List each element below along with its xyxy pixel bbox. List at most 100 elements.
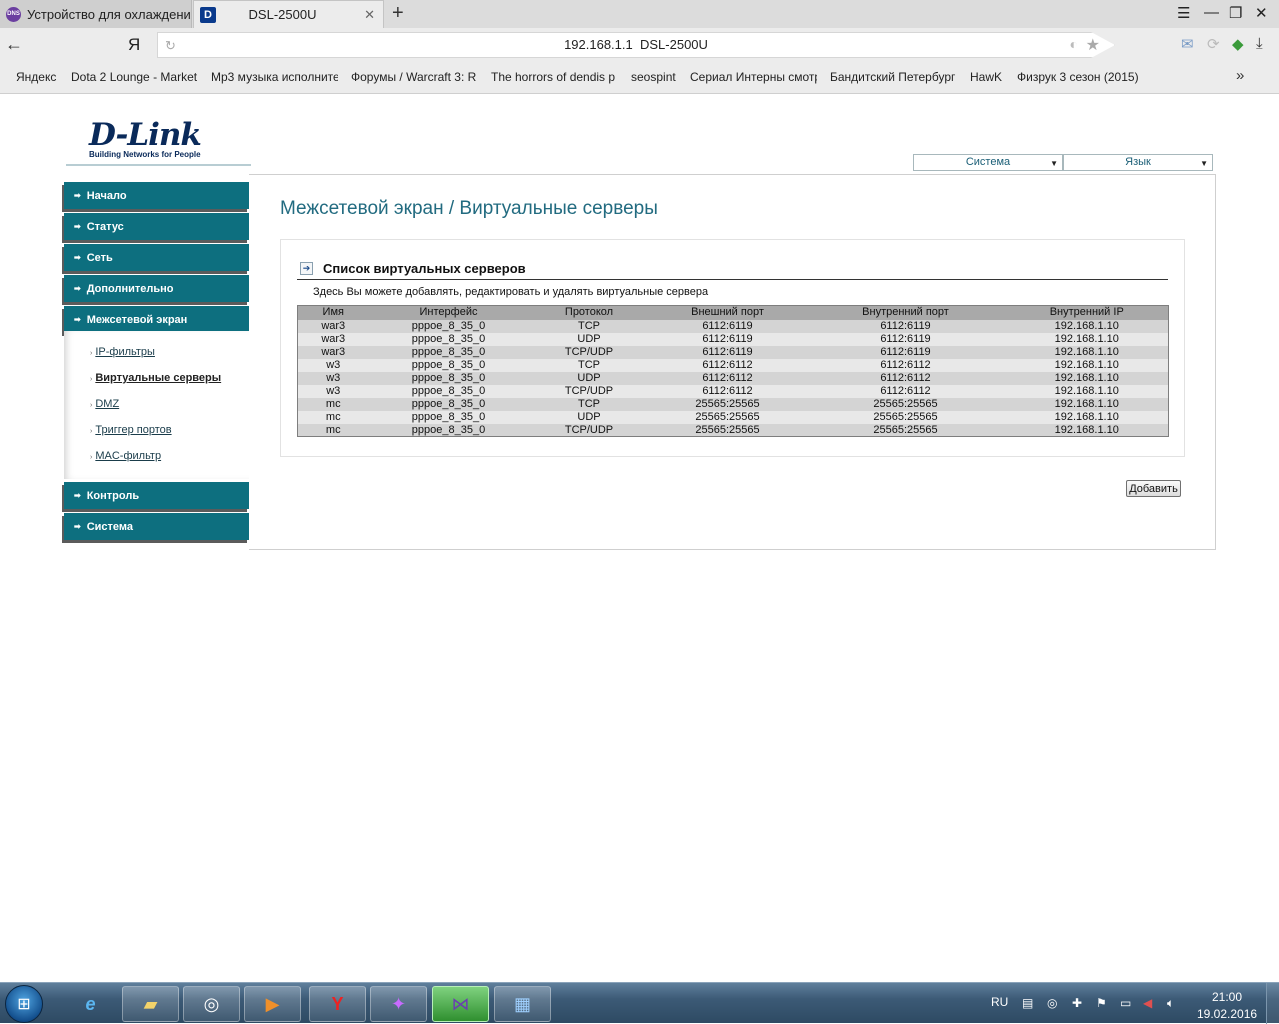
cell-external-port: 25565:25565 <box>649 397 806 411</box>
back-arrow-icon[interactable]: ← <box>5 34 23 55</box>
downloads-icon[interactable]: ⤓ <box>1256 35 1263 52</box>
bookmark-item[interactable]: Dota 2 Lounge - Market <box>71 70 198 84</box>
table-row[interactable]: w3 pppoe_8_35_0 TCP/UDP 6112:6112 6112:6112 1… <box>297 384 1169 398</box>
cell-internal-ip: 192.168.1.10 <box>1005 332 1169 346</box>
cell-interface: pppoe_8_35_0 <box>368 345 529 359</box>
cell-protocol: TCP <box>528 319 650 333</box>
bullet-icon: › <box>90 428 93 435</box>
taskbar-explorer-button[interactable]: ▰ <box>122 986 179 1022</box>
sidebar-item-advanced[interactable]: ➡ Дополнительно <box>64 275 249 302</box>
more-bookmarks-icon[interactable]: » <box>1236 67 1244 84</box>
bullet-icon: › <box>90 376 93 383</box>
submenu-item-virtual-servers[interactable]: › Виртуальные серверы <box>90 372 221 384</box>
address-bar[interactable]: ↻ 192.168.1.1 DSL-2500U ◐ ★ <box>157 32 1115 58</box>
network-icon[interactable]: ▭ <box>1120 996 1131 1010</box>
close-tab-icon[interactable]: ✕ <box>364 7 375 23</box>
table-row[interactable]: war3 pppoe_8_35_0 UDP 6112:6119 6112:6119 192… <box>297 332 1169 346</box>
arrow-right-icon: ➡ <box>74 253 81 262</box>
submenu-item-dmz[interactable]: › DMZ <box>90 398 119 410</box>
column-header-internal-port: Внутренний порт <box>805 305 1006 320</box>
start-button[interactable]: ⊞ <box>5 985 43 1023</box>
cell-interface: pppoe_8_35_0 <box>368 332 529 346</box>
sidebar-item-label: Контроль <box>86 489 140 502</box>
sidebar-item-network[interactable]: ➡ Сеть <box>64 244 249 271</box>
submenu-item-mac-filter[interactable]: › MAC-фильтр <box>90 450 161 462</box>
logo-word: D-Link <box>89 117 202 153</box>
sidebar-item-system[interactable]: ➡ Система <box>64 513 249 540</box>
taskbar-steam-button[interactable]: ◎ <box>183 986 240 1022</box>
cell-protocol: TCP/UDP <box>528 384 650 398</box>
taskbar-ie-button[interactable]: e <box>62 986 119 1022</box>
flag-icon[interactable]: ⚑ <box>1096 996 1107 1010</box>
ffa-tray-icon[interactable]: ▤ <box>1022 996 1033 1010</box>
taskbar-game-button[interactable]: ✦ <box>370 986 427 1022</box>
table-row[interactable]: war3 pppoe_8_35_0 TCP/UDP 6112:6119 6112:611… <box>297 345 1169 359</box>
table-row[interactable]: war3 pppoe_8_35_0 TCP 6112:6119 6112:6119 192… <box>297 319 1169 333</box>
browser-tab-active[interactable]: D DSL-2500U ✕ <box>193 0 384 28</box>
maximize-icon[interactable]: ❐ <box>1229 4 1242 22</box>
clock-date[interactable]: 19.02.2016 <box>1197 1007 1257 1021</box>
sidebar-item-status[interactable]: ➡ Статус <box>64 213 249 240</box>
warning-tray-icon[interactable]: ◀ <box>1143 996 1152 1010</box>
bookmark-item[interactable]: Форумы / Warcraft 3: R <box>351 70 478 84</box>
cell-external-port: 6112:6119 <box>649 332 806 346</box>
table-row[interactable]: mc pppoe_8_35_0 UDP 25565:25565 25565:25565 1… <box>297 410 1169 424</box>
cell-external-port: 6112:6112 <box>649 384 806 398</box>
bookmark-item[interactable]: Бандитский Петербург <box>830 70 957 84</box>
bookmark-star-icon[interactable]: ★ <box>1086 35 1100 55</box>
bookmark-item[interactable]: Mp3 музыка исполните <box>211 70 338 84</box>
taskbar-yandex-button[interactable]: Y <box>309 986 366 1022</box>
bookmark-item[interactable]: The horrors of dendis p <box>491 70 618 84</box>
close-window-icon[interactable]: ✕ <box>1255 4 1268 22</box>
table-row[interactable]: w3 pppoe_8_35_0 UDP 6112:6112 6112:6112 192.1… <box>297 371 1169 385</box>
url-text[interactable]: 192.168.1.1 DSL-2500U <box>158 37 1114 52</box>
sidebar-item-control[interactable]: ➡ Контроль <box>64 482 249 509</box>
taskbar-control-panel-button[interactable]: ▦ <box>494 986 551 1022</box>
bookmark-item[interactable]: Яндекс <box>16 70 66 84</box>
security-tray-icon[interactable]: ✚ <box>1072 996 1082 1010</box>
yandex-button[interactable]: Я <box>128 35 140 55</box>
extension-icon[interactable]: ◆ <box>1232 35 1244 53</box>
cell-interface: pppoe_8_35_0 <box>368 397 529 411</box>
cell-interface: pppoe_8_35_0 <box>368 319 529 333</box>
taskbar-vs-button[interactable]: ⋈ <box>432 986 489 1022</box>
sidebar-item-firewall[interactable]: ➡ Межсетевой экран <box>64 306 249 333</box>
table-row[interactable]: mc pppoe_8_35_0 TCP/UDP 25565:25565 25565:25… <box>297 423 1169 437</box>
url-host: 192.168.1.1 <box>564 37 633 52</box>
page-title: Межсетевой экран / Виртуальные серверы <box>280 198 658 219</box>
bookmark-item[interactable]: seospint <box>631 70 681 84</box>
sidebar-item-home[interactable]: ➡ Начало <box>64 182 249 209</box>
table-row[interactable]: w3 pppoe_8_35_0 TCP 6112:6112 6112:6112 192.1… <box>297 358 1169 372</box>
clock-time[interactable]: 21:00 <box>1197 990 1257 1004</box>
language-indicator[interactable]: RU <box>991 995 1008 1009</box>
minimize-icon[interactable]: — <box>1204 4 1219 21</box>
bookmark-item[interactable]: Физрук 3 сезон (2015) <box>1017 70 1142 84</box>
new-tab-icon[interactable]: + <box>392 2 404 25</box>
protect-icon[interactable]: ◐ <box>1070 36 1078 52</box>
cell-internal-ip: 192.168.1.10 <box>1005 319 1169 333</box>
cell-external-port: 25565:25565 <box>649 410 806 424</box>
table-row[interactable]: mc pppoe_8_35_0 TCP 25565:25565 25565:25565 1… <box>297 397 1169 411</box>
submenu-item-ip-filters[interactable]: › IP-фильтры <box>90 346 155 358</box>
steam-tray-icon[interactable]: ◎ <box>1047 996 1057 1010</box>
system-select[interactable]: Система ▼ <box>913 154 1063 171</box>
menu-icon[interactable]: ☰ <box>1177 4 1190 22</box>
url-page-title: DSL-2500U <box>639 37 708 52</box>
column-header-name: Имя <box>297 305 369 320</box>
virtual-servers-table: Имя Интерфейс Протокол Внешний порт Внут… <box>297 305 1169 437</box>
browser-tab[interactable]: DNS Устройство для охлаждения <box>0 0 192 28</box>
taskbar-media-button[interactable]: ▶ <box>244 986 301 1022</box>
add-button[interactable]: Добавить <box>1126 480 1181 497</box>
language-select[interactable]: Язык ▼ <box>1063 154 1213 171</box>
submenu-item-port-trigger[interactable]: › Триггер портов <box>90 424 172 436</box>
volume-icon[interactable]: 🔈︎ <box>1167 996 1174 1011</box>
bookmark-item[interactable]: Сериал Интерны смотр <box>690 70 817 84</box>
section-description: Здесь Вы можете добавлять, редактировать… <box>313 286 709 298</box>
show-desktop-button[interactable] <box>1266 983 1279 1024</box>
sidebar-item-label: Межсетевой экран <box>86 313 188 326</box>
cell-internal-ip: 192.168.1.10 <box>1005 384 1169 398</box>
bookmark-item[interactable]: HawK <box>970 70 1010 84</box>
sync-icon[interactable]: ⟳ <box>1207 35 1220 53</box>
arrow-right-icon: ➡ <box>74 191 81 200</box>
mail-icon[interactable]: ✉ <box>1181 35 1194 53</box>
